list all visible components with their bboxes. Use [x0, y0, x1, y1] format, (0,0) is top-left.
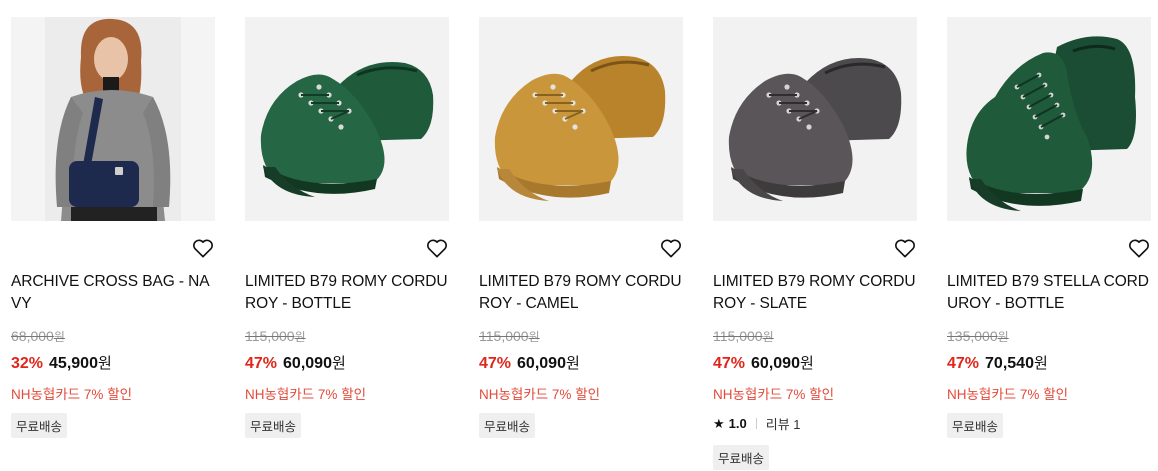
original-price-value: 135,000 — [947, 328, 998, 344]
discount-rate: 32% — [11, 355, 44, 372]
free-shipping-badge: 무료배송 — [713, 445, 770, 470]
product-name[interactable]: LIMITED B79 ROMY CORDUROY - SLATE — [713, 271, 917, 315]
currency-unit: 원 — [294, 330, 306, 344]
product-card[interactable]: LIMITED B79 ROMY CORDUROY - BOTTLE 115,0… — [245, 17, 449, 438]
sale-price: 60,090 — [751, 355, 800, 372]
product-name[interactable]: LIMITED B79 ROMY CORDUROY - BOTTLE — [245, 271, 449, 315]
currency-unit: 원 — [53, 330, 65, 344]
sale-price-row: 32% 45,900원 — [11, 352, 112, 373]
currency-unit: 원 — [799, 355, 814, 372]
review-summary[interactable]: ★ 1.0 리뷰 1 — [713, 414, 801, 433]
product-card[interactable]: LIMITED B79 STELLA CORDUROY - BOTTLE 135… — [947, 17, 1151, 438]
camel-sneakers-image — [479, 17, 683, 221]
discount-rate: 47% — [947, 355, 980, 372]
currency-unit: 원 — [97, 355, 112, 372]
card-promo-text: NH농협카드 7% 할인 — [245, 387, 367, 402]
green-high-sneakers-image — [947, 17, 1151, 221]
original-price: 68,000원 — [11, 328, 65, 345]
product-image-shoes[interactable] — [245, 17, 449, 221]
currency-unit: 원 — [565, 355, 580, 372]
rating-value: 1.0 — [728, 416, 747, 431]
product-card[interactable]: LIMITED B79 ROMY CORDUROY - CAMEL 115,00… — [479, 17, 683, 438]
original-price: 115,000원 — [479, 328, 540, 345]
wishlist-heart-icon[interactable] — [1128, 238, 1150, 258]
original-price-value: 115,000 — [245, 328, 295, 344]
original-price: 115,000원 — [245, 328, 306, 345]
model-bag-image — [11, 17, 215, 221]
review-count: 리뷰 1 — [765, 417, 801, 432]
product-image-shoes[interactable] — [713, 17, 917, 221]
card-promo-text: NH농협카드 7% 할인 — [11, 387, 133, 402]
original-price: 135,000원 — [947, 328, 1009, 345]
product-name[interactable]: LIMITED B79 STELLA CORDUROY - BOTTLE — [947, 271, 1151, 315]
product-name[interactable]: LIMITED B79 ROMY CORDUROY - CAMEL — [479, 271, 683, 315]
product-card[interactable]: ARCHIVE CROSS BAG - NAVY 68,000원 32% 45,9… — [11, 17, 215, 438]
sale-price: 60,090 — [283, 355, 332, 372]
star-icon: ★ — [713, 415, 725, 431]
slate-sneakers-image — [713, 17, 917, 221]
card-promo-text: NH농협카드 7% 할인 — [479, 387, 601, 402]
card-promo-text: NH농협카드 7% 할인 — [947, 387, 1069, 402]
wishlist-heart-icon[interactable] — [192, 238, 214, 258]
wishlist-heart-icon[interactable] — [894, 238, 916, 258]
currency-unit: 원 — [762, 330, 774, 344]
wishlist-heart-icon[interactable] — [660, 238, 682, 258]
discount-rate: 47% — [479, 355, 512, 372]
product-image-shoes[interactable] — [479, 17, 683, 221]
free-shipping-badge: 무료배송 — [11, 413, 68, 438]
sale-price-row: 47% 60,090원 — [245, 352, 346, 373]
original-price-value: 115,000 — [713, 328, 763, 344]
sale-price-row: 47% 60,090원 — [479, 352, 580, 373]
product-name[interactable]: ARCHIVE CROSS BAG - NAVY — [11, 271, 215, 315]
sale-price-row: 47% 70,540원 — [947, 352, 1048, 373]
free-shipping-badge: 무료배송 — [479, 413, 536, 438]
product-image-bag[interactable] — [11, 17, 215, 221]
sale-price: 60,090 — [517, 355, 566, 372]
sale-price-row: 47% 60,090원 — [713, 352, 814, 373]
product-card[interactable]: LIMITED B79 ROMY CORDUROY - SLATE 115,00… — [713, 17, 917, 470]
free-shipping-badge: 무료배송 — [245, 413, 302, 438]
product-image-shoes[interactable] — [947, 17, 1151, 221]
discount-rate: 47% — [713, 355, 746, 372]
wishlist-heart-icon[interactable] — [426, 238, 448, 258]
sale-price: 45,900 — [49, 355, 98, 372]
currency-unit: 원 — [528, 330, 540, 344]
green-sneakers-image — [245, 17, 449, 221]
original-price-value: 68,000 — [11, 328, 54, 344]
currency-unit: 원 — [331, 355, 346, 372]
free-shipping-badge: 무료배송 — [947, 413, 1004, 438]
product-grid: ARCHIVE CROSS BAG - NAVY 68,000원 32% 45,9… — [0, 0, 1158, 471]
currency-unit: 원 — [997, 330, 1009, 344]
sale-price: 70,540 — [985, 355, 1034, 372]
original-price: 115,000원 — [713, 328, 774, 345]
card-promo-text: NH농협카드 7% 할인 — [713, 387, 835, 402]
discount-rate: 47% — [245, 355, 278, 372]
original-price-value: 115,000 — [479, 328, 529, 344]
currency-unit: 원 — [1033, 355, 1048, 372]
divider — [755, 418, 757, 429]
